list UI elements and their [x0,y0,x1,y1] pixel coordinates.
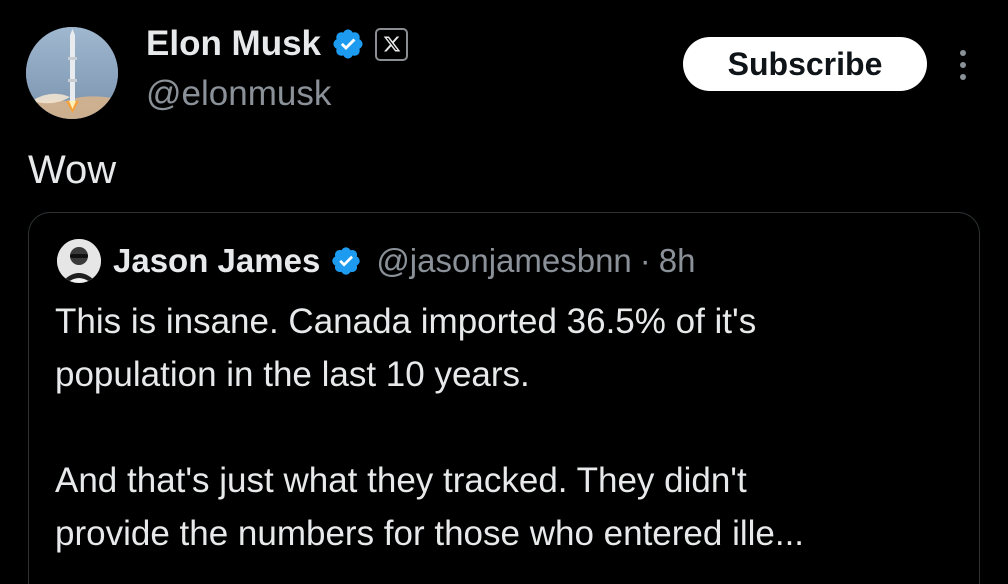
person-photo-image [57,239,101,283]
rocket-launch-image [26,27,118,119]
more-vertical-icon[interactable] [954,48,972,82]
quoted-text-line: provide the numbers for those who entere… [55,514,805,553]
quoted-text-line: This is insane. Canada imported 36.5% of… [55,302,757,341]
subscribe-button[interactable]: Subscribe [683,37,927,91]
separator-dot: · [639,242,651,279]
quoted-author-handle[interactable]: @jasonjamesbnn [376,242,631,280]
quoted-timestamp[interactable]: 8h [659,242,696,280]
quoted-author-name[interactable]: Jason James [113,242,320,280]
quoted-author-avatar[interactable] [57,239,101,283]
verified-badge-icon[interactable] [331,27,365,61]
verified-badge-icon [330,245,362,277]
author-handle[interactable]: @elonmusk [146,74,331,114]
quoted-tweet-card[interactable]: Jason James @jasonjamesbnn · 8h This is … [28,212,980,584]
post-text: Wow [28,148,117,192]
author-avatar[interactable] [26,27,118,119]
quoted-text-line: population in the last 10 years. [55,355,530,394]
x-logo-icon[interactable] [375,27,409,61]
tweet-screen: Elon Musk @elonmusk Subscribe Wow Jason … [0,0,1008,584]
author-name-row[interactable]: Elon Musk [146,24,409,64]
quoted-tweet-header: Jason James @jasonjamesbnn · 8h [57,239,696,283]
quoted-text-line: And that's just what they tracked. They … [55,461,747,500]
quoted-tweet-text: This is insane. Canada imported 36.5% of… [55,295,965,560]
author-name[interactable]: Elon Musk [146,24,321,64]
